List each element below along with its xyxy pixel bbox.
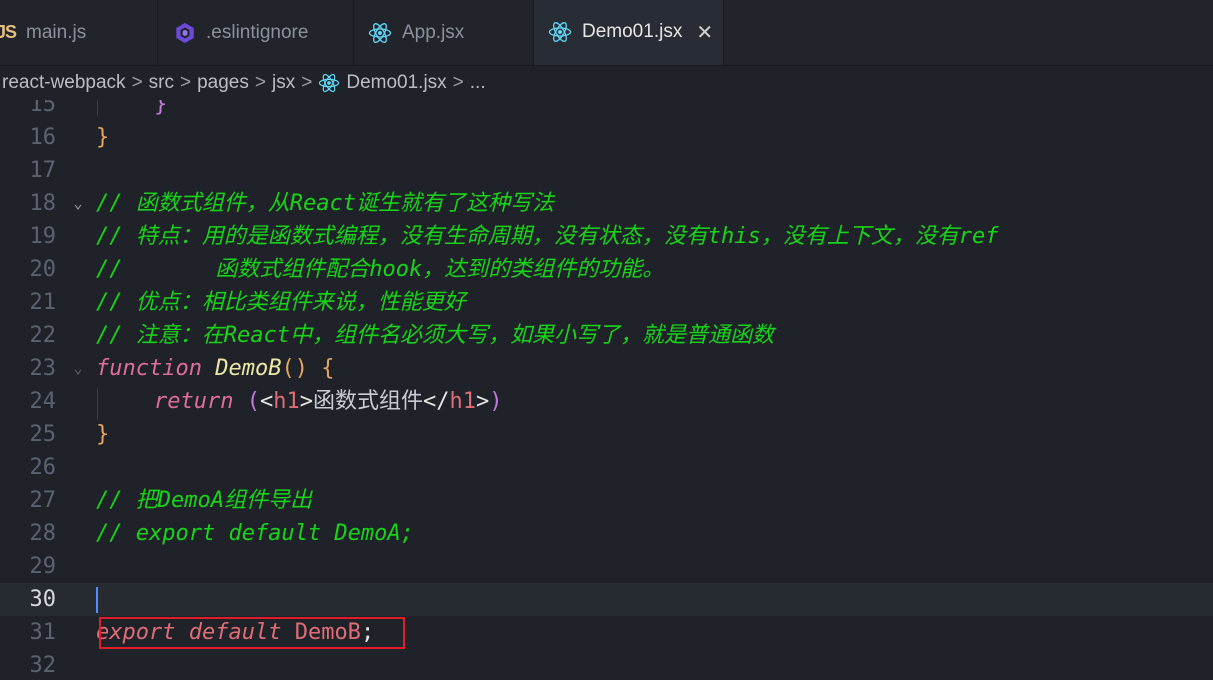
breadcrumb: react-webpack > src > pages > jsx > Demo… <box>0 66 1213 100</box>
code-token: } <box>154 100 168 117</box>
js-file-icon: JS <box>0 22 17 42</box>
line-number: 24 <box>29 389 57 414</box>
code-line: 15 } <box>0 100 1213 121</box>
editor-tab-bar: JS main.js .eslintignore App.jsx Demo01.… <box>0 0 1213 66</box>
code-token: function <box>96 356 202 381</box>
code-comment: // 特点：用的是函数式编程，没有生命周期，没有状态，没有this，没有上下文，… <box>96 224 999 249</box>
breadcrumb-item[interactable]: react-webpack <box>2 72 126 94</box>
react-icon <box>318 73 340 93</box>
line-number: 29 <box>29 554 57 579</box>
code-comment: // 注意：在React中，组件名必须大写，如果小写了，就是普通函数 <box>96 323 774 348</box>
line-number: 16 <box>29 125 57 150</box>
line-number: 23 <box>29 356 57 381</box>
code-line-current: 30 <box>0 583 1213 616</box>
code-token: < <box>259 389 274 414</box>
line-number: 18 <box>29 191 57 216</box>
code-line: 16 } <box>0 121 1213 154</box>
annotation-highlight-box <box>99 617 405 649</box>
code-line: 20 // 函数式组件配合hook，达到的类组件的功能。 <box>0 253 1213 286</box>
line-number: 19 <box>29 224 57 249</box>
code-line: 26 <box>0 451 1213 484</box>
code-comment: // 优点：相比类组件来说，性能更好 <box>96 290 466 315</box>
code-token: } <box>96 125 110 150</box>
breadcrumb-item[interactable]: ... <box>470 72 486 94</box>
code-token: ( <box>246 389 260 414</box>
breadcrumb-separator: > <box>301 72 313 93</box>
tab-app-jsx[interactable]: App.jsx <box>354 0 534 65</box>
line-number: 26 <box>29 455 57 480</box>
line-number: 17 <box>29 158 57 183</box>
code-line: 23 ⌄ function DemoB() { <box>0 352 1213 385</box>
code-token: > <box>299 389 313 414</box>
fold-chevron-icon[interactable]: ⌄ <box>68 352 88 385</box>
code-token: > <box>476 389 490 414</box>
tab-main-js[interactable]: JS main.js <box>0 0 158 65</box>
tab-label: Demo01.jsx <box>582 21 683 42</box>
tab-eslintignore[interactable]: .eslintignore <box>158 0 354 65</box>
line-number: 32 <box>29 653 57 678</box>
code-token: { <box>321 356 335 381</box>
line-number: 22 <box>29 323 57 348</box>
code-comment: // export default DemoA; <box>96 521 414 546</box>
code-line: 28 // export default DemoA; <box>0 517 1213 550</box>
tab-label: .eslintignore <box>206 21 309 43</box>
line-number: 31 <box>29 620 57 645</box>
code-line: 18 ⌄ // 函数式组件，从React诞生就有了这种写法 <box>0 187 1213 220</box>
breadcrumb-item[interactable]: src <box>149 72 174 94</box>
line-number: 25 <box>29 422 57 447</box>
code-token: } <box>96 422 110 447</box>
breadcrumb-separator: > <box>131 72 143 93</box>
code-line: 25 } <box>0 418 1213 451</box>
code-comment: // 把DemoA组件导出 <box>96 488 312 513</box>
tab-demo01-jsx[interactable]: Demo01.jsx ✕ <box>534 0 724 65</box>
code-line: 27 // 把DemoA组件导出 <box>0 484 1213 517</box>
code-token: DemoB <box>215 356 282 381</box>
code-token: </ <box>423 389 450 414</box>
line-number: 21 <box>29 290 57 315</box>
code-line: 24 return (<h1>函数式组件</h1>) <box>0 385 1213 418</box>
code-line: 29 <box>0 550 1213 583</box>
code-token: return <box>154 389 234 414</box>
line-number: 30 <box>29 587 57 612</box>
breadcrumb-item[interactable]: pages <box>197 72 249 94</box>
code-token: h1 <box>449 389 477 414</box>
breadcrumb-item[interactable]: jsx <box>272 72 295 94</box>
react-icon <box>368 22 392 44</box>
breadcrumb-separator: > <box>254 72 266 93</box>
code-comment: // 函数式组件配合hook，达到的类组件的功能。 <box>96 257 665 282</box>
code-comment: // 函数式组件，从React诞生就有了这种写法 <box>96 191 554 216</box>
line-number: 20 <box>29 257 57 282</box>
line-number: 27 <box>29 488 57 513</box>
eslint-icon <box>174 22 196 44</box>
tab-label: main.js <box>26 21 87 43</box>
text-cursor <box>96 587 98 613</box>
breadcrumb-separator: > <box>452 72 464 93</box>
fold-chevron-icon[interactable]: ⌄ <box>68 187 88 220</box>
close-icon[interactable]: ✕ <box>696 20 713 45</box>
breadcrumb-separator: > <box>180 72 192 93</box>
line-number: 15 <box>29 100 57 117</box>
react-icon <box>548 21 572 43</box>
line-number: 28 <box>29 521 57 546</box>
code-line: 17 <box>0 154 1213 187</box>
code-line: 19 // 特点：用的是函数式编程，没有生命周期，没有状态，没有this，没有上… <box>0 220 1213 253</box>
code-line: 22 // 注意：在React中，组件名必须大写，如果小写了，就是普通函数 <box>0 319 1213 352</box>
code-editor[interactable]: 15 } 16 } 17 18 ⌄ // 函数式组件，从React诞生就有了这种… <box>0 100 1213 680</box>
code-token: ) <box>489 389 503 414</box>
code-token: 函数式组件 <box>312 389 423 414</box>
breadcrumb-item[interactable]: Demo01.jsx <box>346 72 446 94</box>
code-token: h1 <box>273 389 300 414</box>
code-line: 32 <box>0 649 1213 680</box>
code-token: () <box>281 356 308 381</box>
code-line: 21 // 优点：相比类组件来说，性能更好 <box>0 286 1213 319</box>
tab-label: App.jsx <box>402 21 465 43</box>
